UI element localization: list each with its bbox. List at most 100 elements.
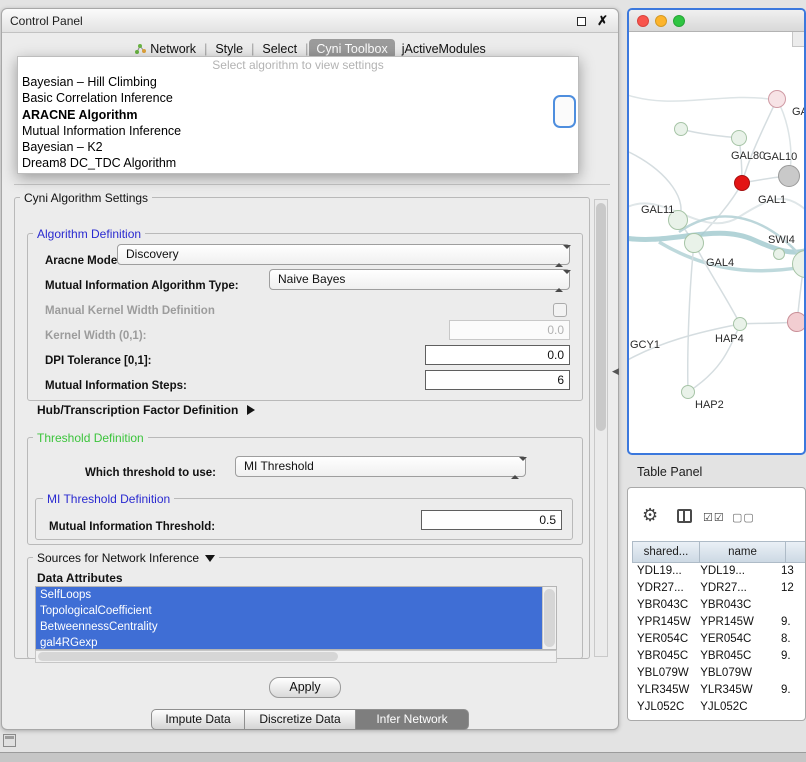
network-node[interactable]: [773, 248, 785, 260]
table-row[interactable]: YBR043C YBR043C: [633, 597, 805, 614]
cell: YBL079W: [633, 665, 696, 682]
tab-cyni-toolbox-label: Cyni Toolbox: [316, 42, 387, 56]
minimized-window-icon[interactable]: [3, 734, 16, 747]
cell: YBR045C: [696, 648, 777, 665]
hub-tf-section-toggle[interactable]: Hub/Transcription Factor Definition: [37, 403, 255, 417]
dropdown-item-selected[interactable]: ARACNE Algorithm: [18, 107, 578, 123]
column-header-shared[interactable]: shared...: [632, 541, 700, 563]
mi-threshold-field[interactable]: 0.5: [421, 510, 562, 530]
manual-kernel-checkbox[interactable]: [553, 303, 567, 317]
which-threshold-combobox[interactable]: MI Threshold: [235, 456, 526, 477]
tab-network-label: Network: [150, 42, 196, 56]
dpi-tolerance-field[interactable]: 0.0: [425, 345, 570, 365]
splitter-collapse-icon[interactable]: ◀: [612, 366, 619, 377]
table-row[interactable]: YER054C YER054C 8.: [633, 631, 805, 648]
scrollbar-thumb[interactable]: [544, 589, 555, 647]
dropdown-item[interactable]: Basic Correlation Inference: [18, 90, 578, 106]
cell: 9.: [777, 682, 805, 699]
table-row[interactable]: YJL052C YJL052C: [633, 699, 805, 716]
network-node[interactable]: [733, 317, 747, 331]
list-vertical-scrollbar[interactable]: [542, 587, 556, 649]
dropdown-item[interactable]: Dream8 DC_TDC Algorithm: [18, 155, 578, 171]
threshold-definition-title: Threshold Definition: [33, 431, 148, 445]
network-node[interactable]: [787, 312, 806, 332]
column-header-clipped[interactable]: [785, 541, 806, 563]
network-node[interactable]: [681, 385, 695, 399]
aracne-mode-combobox[interactable]: Discovery: [117, 244, 570, 265]
control-panel-titlebar[interactable]: Control Panel ✗: [2, 9, 618, 33]
clear-checkboxes-icon[interactable]: ▢▢: [732, 511, 755, 524]
network-view-window: GAL GAL80 GAL10 GAL1 GAL11 SWI4 GAL4 GCY…: [627, 8, 806, 455]
list-item-selected[interactable]: gal4RGexp: [36, 635, 542, 650]
network-node[interactable]: [778, 165, 800, 187]
table-body: YDL19... YDL19... 13 YDR27... YDR27... 1…: [633, 563, 805, 720]
tab-impute-data[interactable]: Impute Data: [151, 709, 245, 730]
cell: 12: [777, 580, 805, 597]
network-node-gal10[interactable]: [734, 175, 750, 191]
kernel-width-field[interactable]: 0.0: [449, 320, 570, 340]
table-header-row: shared... name: [633, 541, 806, 563]
kernel-width-label: Kernel Width (0,1):: [45, 330, 146, 342]
which-threshold-value: MI Threshold: [244, 457, 314, 476]
table-panel-title: Table Panel: [637, 465, 702, 479]
cell: YJL052C: [696, 699, 777, 716]
mi-type-label: Mutual Information Algorithm Type:: [45, 280, 239, 292]
chevron-updown-icon: [555, 274, 563, 288]
table-row[interactable]: YLR345W YLR345W 9.: [633, 682, 805, 699]
mi-type-combobox[interactable]: Naive Bayes: [269, 269, 570, 290]
tab-infer-network[interactable]: Infer Network: [355, 709, 469, 730]
dropdown-item[interactable]: Bayesian – Hill Climbing: [18, 74, 578, 90]
apply-button[interactable]: Apply: [269, 677, 341, 698]
maximize-icon[interactable]: [577, 17, 586, 26]
close-icon[interactable]: ✗: [597, 13, 608, 29]
table-row[interactable]: YBR045C YBR045C 9.: [633, 648, 805, 665]
columns-icon[interactable]: [677, 509, 692, 523]
desktop: Control Panel ✗ Network | Style | Select…: [0, 0, 806, 762]
close-traffic-light-icon[interactable]: [637, 15, 649, 27]
cell: 9.: [777, 614, 805, 631]
tab-discretize-data[interactable]: Discretize Data: [244, 709, 356, 730]
column-header-name[interactable]: name: [699, 541, 786, 563]
dropdown-item[interactable]: Mutual Information Inference: [18, 123, 578, 139]
sources-title[interactable]: Sources for Network Inference: [33, 551, 219, 565]
cell: YBR045C: [633, 648, 696, 665]
aracne-mode-label: Aracne Mode:: [45, 255, 121, 267]
group-border-fragment: [14, 184, 610, 185]
dropdown-item[interactable]: Bayesian – K2: [18, 139, 578, 155]
cell: [777, 699, 805, 716]
network-node[interactable]: [684, 233, 704, 253]
list-item-selected[interactable]: TopologicalCoefficient: [36, 603, 542, 619]
network-node[interactable]: [731, 130, 747, 146]
mi-threshold-label: Mutual Information Threshold:: [49, 521, 215, 533]
network-window-titlebar[interactable]: [629, 10, 804, 32]
table-row[interactable]: YDL19... YDL19... 13: [633, 563, 805, 580]
gear-icon[interactable]: ⚙: [642, 505, 658, 526]
cell: [777, 597, 805, 614]
network-node[interactable]: [674, 122, 688, 136]
mi-type-value: Naive Bayes: [278, 270, 345, 289]
scrollbar-thumb[interactable]: [38, 652, 338, 661]
list-item-selected[interactable]: BetweennessCentrality: [36, 619, 542, 635]
table-row[interactable]: YDR27... YDR27... 12: [633, 580, 805, 597]
list-horizontal-scrollbar[interactable]: [35, 650, 557, 663]
which-threshold-label: Which threshold to use:: [85, 467, 216, 479]
focused-button-fragment[interactable]: [553, 95, 576, 128]
cell: YDL19...: [696, 563, 777, 580]
control-panel-window: Control Panel ✗ Network | Style | Select…: [1, 8, 619, 730]
network-canvas[interactable]: GAL GAL80 GAL10 GAL1 GAL11 SWI4 GAL4 GCY…: [629, 32, 804, 453]
minimize-traffic-light-icon[interactable]: [655, 15, 667, 27]
cell: YLR345W: [696, 682, 777, 699]
algorithm-definition-title: Algorithm Definition: [33, 227, 145, 241]
list-item-selected[interactable]: SelfLoops: [36, 587, 542, 603]
zoom-traffic-light-icon[interactable]: [673, 15, 685, 27]
network-node[interactable]: [768, 90, 786, 108]
chevron-updown-icon: [555, 249, 563, 263]
mi-steps-field[interactable]: 6: [425, 370, 570, 390]
settings-vertical-scrollbar[interactable]: [594, 199, 608, 657]
table-row[interactable]: YBL079W YBL079W: [633, 665, 805, 682]
scrollbar-thumb[interactable]: [596, 203, 606, 431]
cell: YBL079W: [696, 665, 777, 682]
select-all-checkboxes-icon[interactable]: ☑☑: [703, 511, 725, 524]
cell: YBR043C: [696, 597, 777, 614]
table-row[interactable]: YPR145W YPR145W 9.: [633, 614, 805, 631]
